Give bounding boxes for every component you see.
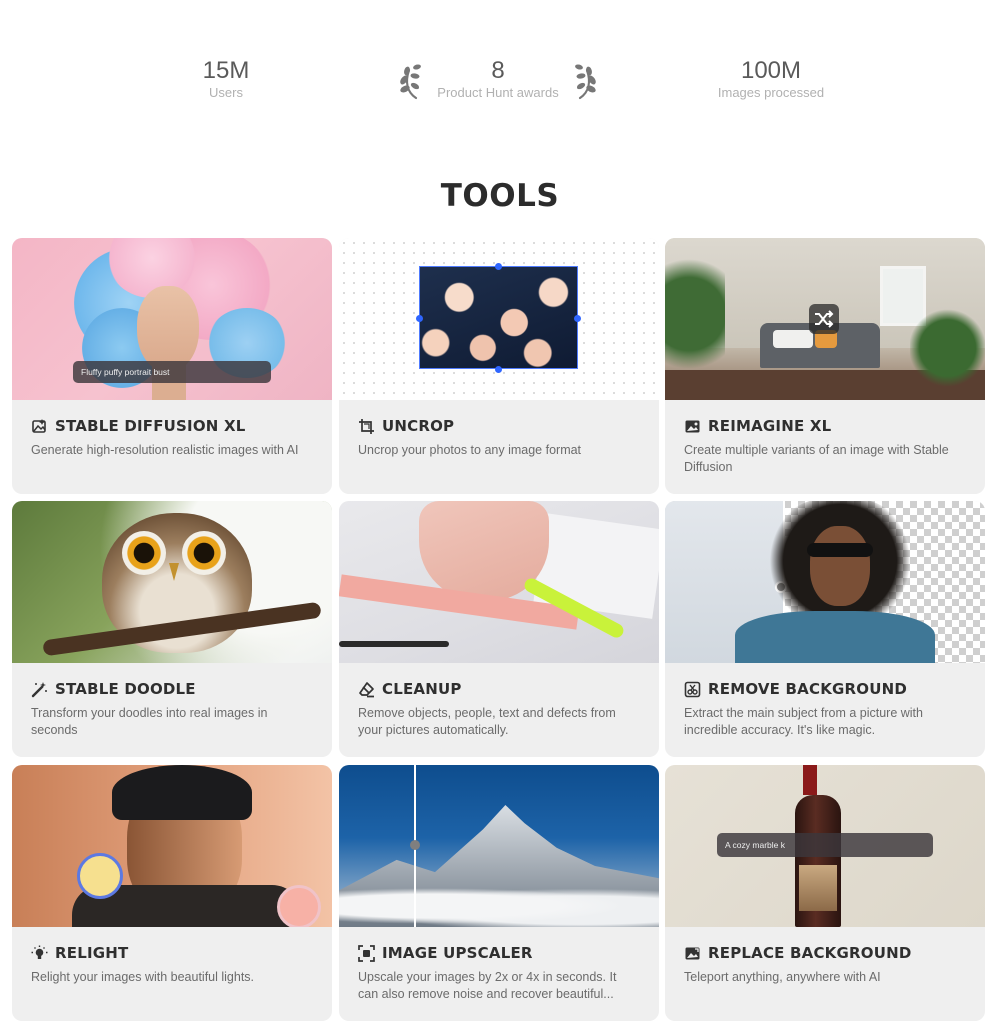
stat-users-label: Users xyxy=(209,85,243,100)
tool-description: Create multiple variants of an image wit… xyxy=(684,443,949,474)
shuffle-button xyxy=(809,304,839,334)
tool-description: Uncrop your photos to any image format xyxy=(358,443,582,457)
stat-images: 100M Images processed xyxy=(661,58,881,101)
shuffle-icon xyxy=(815,310,834,328)
image-replace-icon xyxy=(684,945,701,962)
bulb-icon xyxy=(31,945,48,962)
tool-description: Transform your doodles into real images … xyxy=(31,706,268,737)
tool-description: Generate high-resolution realistic image… xyxy=(31,443,299,457)
tool-description: Extract the main subject from a picture … xyxy=(684,706,923,737)
image-magic-icon xyxy=(31,418,48,435)
stat-images-label: Images processed xyxy=(717,85,825,100)
laurel-right-icon xyxy=(575,64,596,100)
section-title: TOOLS xyxy=(440,178,560,214)
eraser-icon xyxy=(358,681,375,698)
tool-card-remove-background[interactable]: REMOVE BACKGROUND Extract the main subje… xyxy=(665,501,985,757)
stats-bar: 15M Users 8 Product Hunt awards 100M Ima… xyxy=(0,58,1000,108)
tool-title: REIMAGINE XL xyxy=(708,417,832,435)
tools-grid: Fluffy puffy portrait bust STABLE DIFFUS… xyxy=(12,238,986,1024)
stat-images-value: 100M xyxy=(740,57,802,84)
tool-title: IMAGE UPSCALER xyxy=(382,944,533,962)
tool-title: CLEANUP xyxy=(382,680,462,698)
magic-wand-icon xyxy=(31,681,48,698)
tool-thumbnail xyxy=(665,238,985,400)
crop-icon xyxy=(358,418,375,435)
crop-frame xyxy=(419,266,578,369)
prompt-input: A cozy marble k xyxy=(717,833,933,857)
tool-description: Teleport anything, anywhere with AI xyxy=(684,970,881,984)
tool-thumbnail xyxy=(339,501,659,663)
tool-card-stable-diffusion-xl[interactable]: Fluffy puffy portrait bust STABLE DIFFUS… xyxy=(12,238,332,494)
tool-title: UNCROP xyxy=(382,417,455,435)
image-sparkle-icon xyxy=(684,418,701,435)
tool-card-uncrop[interactable]: UNCROP Uncrop your photos to any image f… xyxy=(339,238,659,494)
tool-title: STABLE DOODLE xyxy=(55,680,196,698)
tool-description: Remove objects, people, text and defects… xyxy=(358,706,616,737)
light-handle xyxy=(277,885,321,927)
light-handle xyxy=(77,853,123,899)
tool-thumbnail xyxy=(665,501,985,663)
tool-thumbnail: Fluffy puffy portrait bust xyxy=(12,238,332,400)
tool-title: RELIGHT xyxy=(55,944,129,962)
stat-users-value: 15M xyxy=(202,57,250,84)
tool-card-image-upscaler[interactable]: IMAGE UPSCALER Upscale your images by 2x… xyxy=(339,765,659,1021)
prompt-input: Fluffy puffy portrait bust xyxy=(73,361,271,383)
tool-thumbnail xyxy=(339,238,659,400)
tool-title: STABLE DIFFUSION XL xyxy=(55,417,246,435)
tool-thumbnail xyxy=(12,501,332,663)
tool-title: REPLACE BACKGROUND xyxy=(708,944,912,962)
tool-thumbnail xyxy=(339,765,659,927)
cut-icon xyxy=(684,681,701,698)
tool-description: Relight your images with beautiful light… xyxy=(31,970,255,984)
tool-thumbnail: A cozy marble k xyxy=(665,765,985,927)
tool-card-stable-doodle[interactable]: STABLE DOODLE Transform your doodles int… xyxy=(12,501,332,757)
tool-title: REMOVE BACKGROUND xyxy=(708,680,908,698)
tool-card-relight[interactable]: RELIGHT Relight your images with beautif… xyxy=(12,765,332,1021)
upscale-icon xyxy=(358,944,375,962)
tool-card-cleanup[interactable]: CLEANUP Remove objects, people, text and… xyxy=(339,501,659,757)
tool-card-reimagine-xl[interactable]: REIMAGINE XL Create multiple variants of… xyxy=(665,238,985,494)
tool-description: Upscale your images by 2x or 4x in secon… xyxy=(358,970,617,1001)
tool-card-replace-background[interactable]: A cozy marble k REPLACE BACKGROUND Telep… xyxy=(665,765,985,1021)
stat-users: 15M Users xyxy=(116,58,336,101)
tool-thumbnail xyxy=(12,765,332,927)
